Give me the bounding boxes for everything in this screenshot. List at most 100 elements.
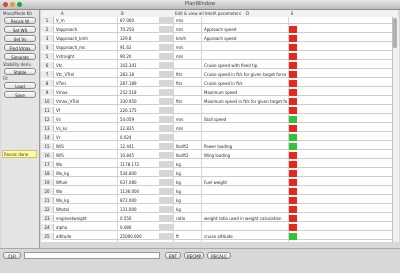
- param-desc-cell: cruise altitude: [204, 234, 233, 239]
- param-value-cell[interactable]: 0.024: [120, 134, 158, 141]
- param-value-cell[interactable]: 252.518: [120, 89, 158, 96]
- table-row[interactable]: 4 Vapproach_ms 91.62 m/s: [41, 44, 398, 51]
- scrollbar-thumb[interactable]: [393, 18, 397, 48]
- table-row[interactable]: 14 Vr 0.024: [41, 134, 398, 141]
- set-vs-button[interactable]: Set Vs: [4, 35, 36, 42]
- table-row[interactable]: 7 Vtc_VTrel 283.18 ft/s Cruise speed in ft/…: [41, 71, 398, 78]
- row-number: 9: [41, 89, 54, 96]
- param-value-cell[interactable]: 54.059: [120, 116, 158, 123]
- shaded-cell: [159, 188, 173, 195]
- simulate-button[interactable]: Simulate: [4, 53, 36, 60]
- bottom-bar: CLR ENT RECMP RECALC: [0, 248, 400, 273]
- load-button[interactable]: Load: [4, 82, 36, 89]
- status-flag-cell: [289, 143, 297, 150]
- param-value-cell[interactable]: 12.441: [120, 143, 158, 150]
- param-name-cell: Vs: [56, 117, 61, 122]
- table-row[interactable]: 18 Wo_kg 534.800 kg: [41, 170, 398, 177]
- param-name-cell: Vmax_VTrel: [56, 99, 80, 104]
- param-name-cell: Vmax: [56, 90, 68, 95]
- row-number: 18: [41, 170, 54, 177]
- param-value-cell[interactable]: 534.800: [120, 170, 158, 177]
- vertical-scrollbar[interactable]: [392, 17, 399, 242]
- table-row[interactable]: 25 altitude 25000.000 ft cruise altitude: [41, 233, 398, 240]
- row-number: 12: [41, 116, 54, 123]
- param-value-cell[interactable]: 283.18: [120, 71, 158, 78]
- table-row[interactable]: 5 Vstraight 90.20 m/s: [41, 53, 398, 60]
- status-flag-cell: [289, 44, 297, 51]
- save-button[interactable]: Save: [4, 91, 36, 98]
- param-value-cell[interactable]: 22.835: [120, 125, 158, 132]
- param-value-cell[interactable]: 91.62: [120, 44, 158, 51]
- table-row[interactable]: 13 Vs_ks 22.835 m/s: [41, 125, 398, 132]
- param-value-cell[interactable]: 87.000: [120, 17, 158, 24]
- param-value-cell[interactable]: 329.8: [120, 35, 158, 42]
- param-value-cell[interactable]: 10.845: [120, 152, 158, 159]
- param-value-cell[interactable]: 25000.000: [120, 233, 158, 240]
- table-row[interactable]: 16 W/S 10.845 lbs/ft2 Wing loading: [41, 152, 398, 159]
- param-value-cell[interactable]: 1136.000: [120, 188, 158, 195]
- param-value-cell[interactable]: 330.950: [120, 98, 158, 105]
- param-value-cell[interactable]: 0.550: [120, 215, 158, 222]
- param-unit-cell: km/h: [176, 36, 187, 41]
- param-unit-cell: lbs/ft2: [176, 153, 189, 158]
- shaded-cell: [159, 35, 173, 42]
- param-unit-cell: ft/s: [176, 99, 183, 104]
- param-name-cell: Vapproach_ms: [56, 45, 86, 50]
- param-value-cell[interactable]: 1178.172: [120, 161, 158, 168]
- param-desc-cell: Maximum speed: [204, 90, 238, 95]
- table-row[interactable]: 2 Vapproach 70.250 m/s Approach speed: [41, 26, 398, 33]
- param-value-cell[interactable]: 637.080: [120, 179, 158, 186]
- sidebar-caption-top: Mass/Mode Kit: [3, 11, 32, 16]
- control-sidebar: Mass/Mode Kit Recalc W Set W0 Set Vs Fin…: [1, 10, 40, 248]
- param-value-cell[interactable]: 102.341: [120, 62, 158, 69]
- clr-button[interactable]: CLR: [3, 252, 21, 259]
- param-desc-cell: Cruise speed in ft/s: [204, 81, 243, 86]
- param-desc-cell: Cruise speed with fixed tip: [204, 63, 258, 68]
- param-unit-cell: kg: [176, 180, 181, 185]
- shaded-cell: [159, 125, 173, 132]
- table-row[interactable]: 9 Vmax 252.518 Maximum speed: [41, 89, 398, 96]
- status-flag-cell: [289, 125, 297, 132]
- status-flag-cell: [289, 224, 297, 231]
- param-desc-cell: Stall speed: [204, 117, 227, 122]
- table-row[interactable]: 22 Wtotal 131.000 kg: [41, 206, 398, 213]
- recalc-button[interactable]: RECALC: [207, 252, 231, 259]
- param-value-cell[interactable]: 0.080: [120, 224, 158, 231]
- param-value-cell[interactable]: 90.20: [120, 53, 158, 60]
- param-desc-cell: Cruise speed in ft/s for given target fo…: [204, 72, 287, 77]
- table-row[interactable]: 1 V_m 87.000 m/s: [41, 17, 398, 24]
- table-row[interactable]: 24 alpha 0.080: [41, 224, 398, 231]
- table-row[interactable]: 3 Vapproach_kmh 329.8 km/h Approach speed: [41, 35, 398, 42]
- param-value-cell[interactable]: 226.175: [120, 107, 158, 114]
- set-w0-button[interactable]: Set W0: [4, 26, 36, 33]
- param-unit-cell: m/s: [176, 45, 184, 50]
- table-row[interactable]: 23 enginestweight 0.550 ratio weight ratio u…: [41, 215, 398, 222]
- param-desc-cell: weight ratio used in weight calculation: [204, 216, 282, 221]
- recalc-w-button[interactable]: Recalc W: [4, 17, 36, 24]
- table-row[interactable]: 11 Vf 226.175: [41, 107, 398, 114]
- stable-button[interactable]: Stable: [4, 68, 36, 75]
- table-row[interactable]: 21 Wo_kg 872.000 kg: [41, 197, 398, 204]
- param-value-cell[interactable]: 131.000: [120, 206, 158, 213]
- param-value-cell[interactable]: 70.250: [120, 26, 158, 33]
- table-row[interactable]: 8 VTrel 287.189 ft/s Cruise speed in ft/s: [41, 80, 398, 87]
- row-number: 1: [41, 17, 54, 24]
- ent-button[interactable]: ENT: [165, 252, 181, 259]
- table-row[interactable]: 17 Wo 1178.172 kg: [41, 161, 398, 168]
- param-value-cell[interactable]: 872.000: [120, 197, 158, 204]
- table-row[interactable]: 6 Vtc 102.341 Cruise speed with fixed tip: [41, 62, 398, 69]
- table-row[interactable]: 12 Vs 54.059 m/s Stall speed: [41, 116, 398, 123]
- status-flag-cell: [289, 197, 297, 204]
- table-row[interactable]: 19 Wfuel 637.080 kg Fuel weight: [41, 179, 398, 186]
- table-row[interactable]: 10 Vmax_VTrel 330.950 ft/s Maximum speed in …: [41, 98, 398, 105]
- command-input[interactable]: [24, 252, 160, 259]
- param-value-cell[interactable]: 287.189: [120, 80, 158, 87]
- table-row[interactable]: 15 W/S 12.441 lbs/ft2 Power loading: [41, 143, 398, 150]
- shaded-cell: [159, 143, 173, 150]
- find-vmax-button[interactable]: Find Vmax: [4, 44, 36, 51]
- param-unit-cell: ft: [176, 234, 179, 239]
- table-row[interactable]: 20 Wo 1136.000 kg: [41, 188, 398, 195]
- recmp-button[interactable]: RECMP: [184, 252, 204, 259]
- shaded-cell: [159, 98, 173, 105]
- shaded-cell: [159, 224, 173, 231]
